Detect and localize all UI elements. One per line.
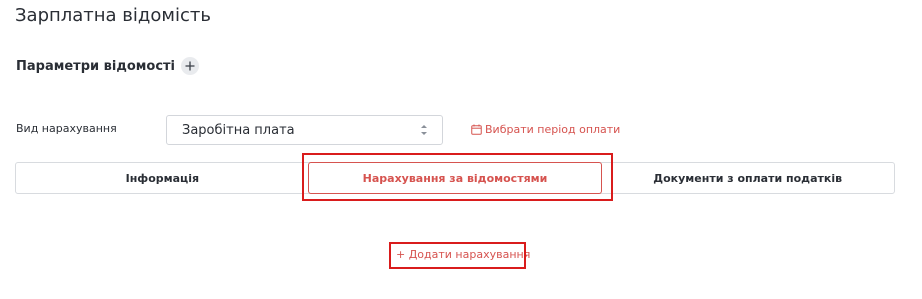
plus-icon xyxy=(185,61,195,71)
sort-arrows-icon xyxy=(420,123,428,137)
select-period-link[interactable]: Вибрати період оплати xyxy=(471,123,620,136)
add-params-button[interactable] xyxy=(181,57,200,75)
accrual-type-select[interactable]: Заробітна плата xyxy=(166,115,443,145)
tab-accruals-by-statements[interactable]: Нарахування за відомостями xyxy=(308,162,602,194)
params-section-header: Параметри відомості xyxy=(16,57,200,75)
payroll-page: Зарплатна відомість Параметри відомості … xyxy=(0,0,922,299)
accrual-type-value: Заробітна плата xyxy=(182,123,295,138)
accrual-type-label: Вид нарахування xyxy=(16,122,117,135)
page-title: Зарплатна відомість xyxy=(15,5,211,26)
params-section-title: Параметри відомості xyxy=(16,58,176,74)
calendar-icon xyxy=(471,124,482,135)
tab-information[interactable]: Інформація xyxy=(16,163,309,193)
add-accrual-button[interactable]: + Додати нарахування xyxy=(396,248,530,261)
select-period-label: Вибрати період оплати xyxy=(485,123,621,136)
tab-tax-payment-documents[interactable]: Документи з оплати податків xyxy=(601,163,894,193)
